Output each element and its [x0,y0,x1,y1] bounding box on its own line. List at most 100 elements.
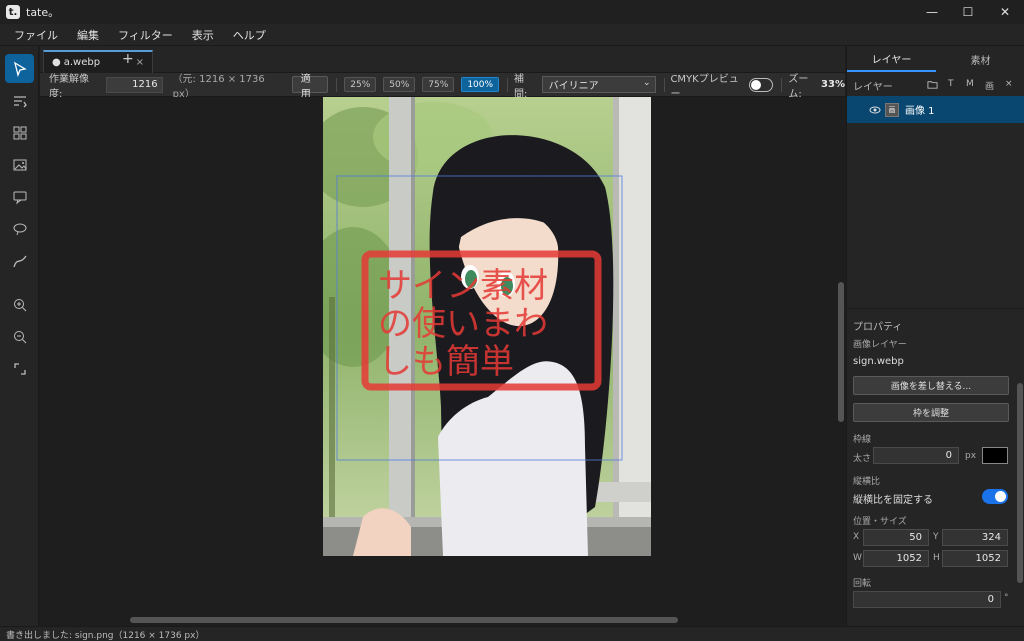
eye-icon[interactable] [869,104,881,116]
y-label: Y [933,532,939,542]
interpolation-value: バイリニア [548,81,599,92]
h-input[interactable]: 1052 [942,550,1008,567]
chevron-down-icon: ⌄ [642,78,651,88]
border-color-swatch[interactable] [982,447,1008,464]
original-size-text: （元: 1216 × 1736 px） [172,73,265,100]
image-icon [13,159,26,170]
apply-button[interactable]: 適用 [291,74,329,100]
delete-layer-button[interactable]: × [1005,79,1013,89]
separator [781,77,783,92]
right-panel: レイヤー 素材 レイヤー T M 画 × 画 画像 1 プロパティ 画像レイヤー… [846,46,1024,626]
menu-file[interactable]: ファイル [14,27,58,43]
folder-icon[interactable] [927,79,938,90]
zoom-in-icon [13,298,26,311]
border-width-input[interactable]: 0 [873,447,959,464]
y-input[interactable]: 324 [942,529,1008,546]
zoom-in-button[interactable] [5,290,34,319]
menu-edit[interactable]: 編集 [77,27,99,43]
add-image-layer-button[interactable]: 画 [985,79,994,92]
w-label: W [853,553,862,563]
zoom-50-button[interactable]: 50% [383,77,416,92]
menu-help[interactable]: ヘルプ [233,27,266,43]
interpolation-select[interactable]: バイリニア ⌄ [541,76,656,93]
minimize-button[interactable]: — [914,0,950,24]
scrollbar-thumb[interactable] [838,282,844,422]
zoom-75-button[interactable]: 75% [422,77,455,92]
new-tab-button[interactable]: + [122,51,134,67]
thought-bubble-tool-button[interactable] [5,214,34,243]
lock-aspect-toggle[interactable] [982,489,1008,504]
toggle-knob [995,491,1006,502]
curve-icon [12,255,27,267]
scrollbar-thumb[interactable] [130,617,678,623]
layer-filename: sign.webp [853,356,904,367]
properties-scrollbar[interactable] [1017,338,1023,606]
vertical-scrollbar[interactable] [837,97,845,614]
status-bar: 書き出しました: sign.png（1216 × 1736 px） [0,626,1024,641]
zoom-25-button[interactable]: 25% [344,77,377,92]
properties-title: プロパティ [853,322,903,333]
add-mask-button[interactable]: M [966,79,974,89]
border-width-label: 太さ [853,454,872,464]
stamp-line-2: の使いまわ [378,304,548,344]
speech-bubble-icon [13,191,26,204]
left-toolbar [0,46,39,626]
rotation-label: 回転 [853,579,872,589]
divider [847,308,1024,309]
curve-tool-button[interactable] [5,246,34,275]
lock-aspect-label: 縦横比を固定する [853,495,933,506]
layer-type-label: 画像レイヤー [853,340,907,350]
thought-bubble-icon [13,223,26,235]
layers-header: レイヤー T M 画 × [847,74,1024,96]
menu-bar: ファイル 編集 フィルター 表示 ヘルプ [0,24,1024,46]
image-tool-button[interactable] [5,150,34,179]
speech-bubble-tool-button[interactable] [5,182,34,211]
adjust-frame-button[interactable]: 枠を調整 [853,403,1009,422]
maximize-button[interactable]: ☐ [950,0,986,24]
zoom-value: 33% [821,79,845,90]
layer-row[interactable]: 画 画像 1 [847,96,1024,123]
text-icon [13,95,27,107]
separator [663,77,665,92]
unsaved-indicator: ● [52,57,61,68]
degree-label: ° [1004,593,1009,603]
tab-layers[interactable]: レイヤー [847,46,936,72]
text-tool-button[interactable] [5,86,34,115]
tab-close-icon[interactable]: × [136,57,144,68]
resolution-label: 作業解像度: [49,73,89,100]
x-input[interactable]: 50 [863,529,929,546]
stamp-line-3: しも簡単 [378,342,514,382]
artwork-image[interactable]: サイン素材 の使いまわ しも簡単 [323,97,651,556]
tab-materials[interactable]: 素材 [936,46,1024,72]
zoom-label: ズーム: [788,73,809,100]
position-size-label: 位置・サイズ [853,517,907,527]
layers-label: レイヤー [853,81,893,93]
zoom-out-button[interactable] [5,322,34,351]
menu-filter[interactable]: フィルター [118,27,173,43]
replace-image-button[interactable]: 画像を差し替える... [853,376,1009,395]
select-tool-button[interactable] [5,54,34,83]
app-logo: t. [6,5,20,19]
w-input[interactable]: 1052 [863,550,929,567]
horizontal-scrollbar[interactable] [40,614,845,626]
rotation-input[interactable]: 0 [853,591,1001,608]
tab-label: a.webp [63,57,101,68]
fit-icon [13,362,26,375]
menu-view[interactable]: 表示 [192,27,214,43]
scrollbar-thumb[interactable] [1017,383,1023,583]
close-window-button[interactable]: ✕ [987,0,1023,24]
zoom-100-button[interactable]: 100% [461,77,500,92]
layer-name: 画像 1 [905,106,935,117]
separator [336,77,338,92]
unit-label: px [965,451,977,461]
title-bar: t. tate。 — ☐ ✕ [0,0,1024,24]
fit-to-screen-button[interactable] [5,354,34,383]
resolution-input[interactable] [105,76,163,93]
canvas-area[interactable]: サイン素材 の使いまわ しも簡単 [40,97,837,614]
panel-tool-button[interactable] [5,118,34,147]
x-label: X [853,532,860,542]
add-text-layer-button[interactable]: T [948,79,954,89]
cmyk-preview-toggle[interactable] [749,77,774,92]
border-label: 枠線 [853,435,872,445]
interpolation-label: 補間: [513,73,528,100]
